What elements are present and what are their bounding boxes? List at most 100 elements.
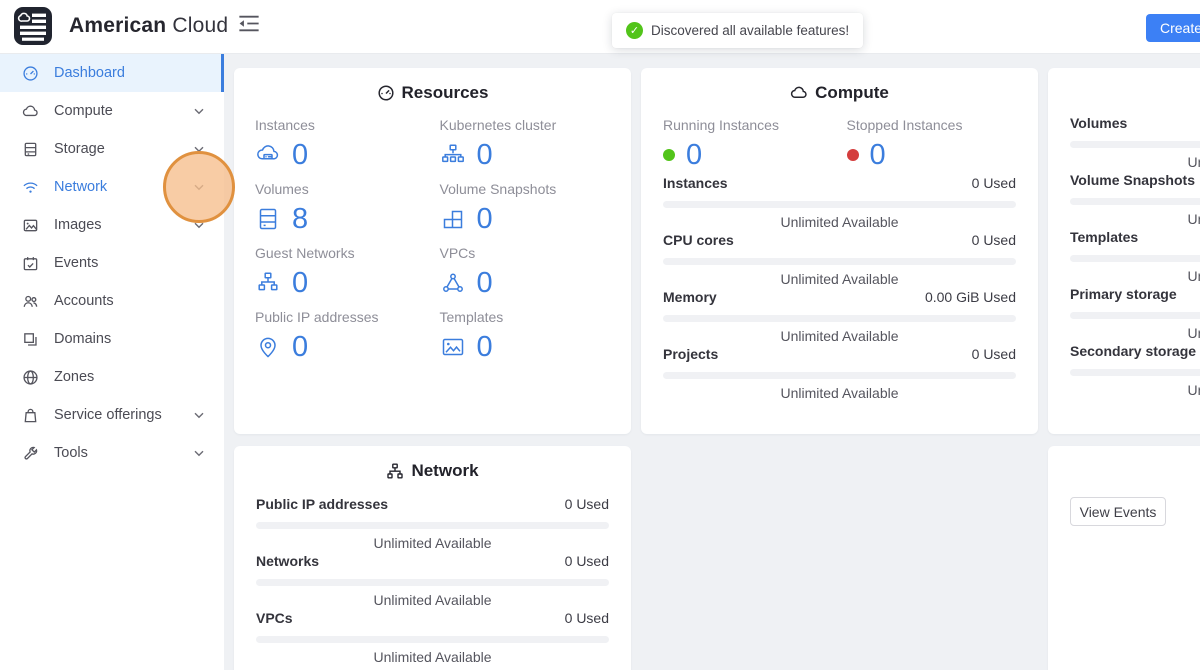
notification-toast: ✓ Discovered all available features!: [612, 13, 863, 48]
resource-label: Templates: [440, 309, 611, 326]
resource-vpcs[interactable]: VPCs 0: [440, 245, 611, 309]
success-check-icon: ✓: [626, 22, 643, 39]
toast-message: Discovered all available features!: [651, 23, 849, 38]
compute-card: Compute Running Instances 0 Stopped Inst…: [641, 68, 1038, 434]
domains-icon: [22, 331, 39, 348]
usage-used: 0 Used: [972, 231, 1016, 250]
resource-label: VPCs: [440, 245, 611, 262]
resource-public-ip-addresses[interactable]: Public IP addresses 0: [255, 309, 426, 373]
resource-value: 0: [292, 268, 308, 298]
usage-row: Primary storage Unlimited Available: [1070, 285, 1200, 342]
network-card-title-text: Network: [411, 461, 478, 481]
resources-card-title-text: Resources: [402, 83, 489, 103]
sidebar-item-service-offerings[interactable]: Service offerings: [0, 396, 224, 434]
usage-used: 0.00 GiB Used: [925, 288, 1016, 307]
resource-kubernetes-cluster[interactable]: Kubernetes cluster 0: [440, 117, 611, 181]
storage-card: Volumes Unlimited Available Volume Snaps…: [1048, 68, 1200, 434]
usage-row: Memory0.00 GiB Used Unlimited Available: [663, 288, 1016, 345]
usage-progress-bar: [663, 258, 1016, 265]
resource-volume-snapshots[interactable]: Volume Snapshots 0: [440, 181, 611, 245]
usage-available: Unlimited Available: [1070, 268, 1200, 285]
usage-label: Primary storage: [1070, 285, 1177, 304]
events-card: View Events: [1048, 446, 1200, 670]
usage-available: Unlimited Available: [1070, 325, 1200, 342]
chevron-down-icon: [194, 146, 204, 153]
usage-row: Volume Snapshots Unlimited Available: [1070, 171, 1200, 228]
summary-label: Running Instances: [663, 117, 833, 134]
usage-available: Unlimited Available: [1070, 154, 1200, 171]
resource-label: Guest Networks: [255, 245, 426, 262]
sidebar-item-label: Events: [54, 255, 98, 271]
sidebar-item-label: Tools: [54, 445, 88, 461]
picture-icon: [22, 217, 39, 234]
brand-logo[interactable]: American Cloud: [13, 6, 228, 46]
database-icon: [255, 206, 281, 232]
usage-label: VPCs: [256, 609, 293, 628]
globe-icon: [22, 369, 39, 386]
usage-progress-bar: [256, 522, 609, 529]
calendar-check-icon: [22, 255, 39, 272]
sidebar-item-label: Network: [54, 179, 107, 195]
sidebar-item-accounts[interactable]: Accounts: [0, 282, 224, 320]
compute-card-title: Compute: [663, 81, 1016, 105]
resource-value: 0: [477, 332, 493, 362]
menu-fold-icon[interactable]: [238, 15, 260, 33]
pin-icon: [255, 334, 281, 360]
resource-value: 8: [292, 204, 308, 234]
sidebar-nav: Dashboard Compute Storage Network Images: [0, 54, 224, 670]
sidebar-item-zones[interactable]: Zones: [0, 358, 224, 396]
stopped-status-dot: [847, 149, 859, 161]
usage-available: Unlimited Available: [256, 535, 609, 552]
usage-row: CPU cores0 Used Unlimited Available: [663, 231, 1016, 288]
sidebar-item-compute[interactable]: Compute: [0, 92, 224, 130]
summary-label: Stopped Instances: [847, 117, 1017, 134]
usage-progress-bar: [663, 315, 1016, 322]
usage-available: Unlimited Available: [663, 385, 1016, 402]
cloud-icon: [22, 103, 39, 120]
usage-row: Secondary storage Unlimited Available: [1070, 342, 1200, 399]
wifi-icon: [22, 179, 39, 196]
sidebar-item-events[interactable]: Events: [0, 244, 224, 282]
sidebar-item-images[interactable]: Images: [0, 206, 224, 244]
usage-row: Public IP addresses0 Used Unlimited Avai…: [256, 495, 609, 552]
chevron-down-icon: [194, 450, 204, 457]
resource-label: Volume Snapshots: [440, 181, 611, 198]
create-button[interactable]: Create: [1146, 14, 1200, 42]
resource-label: Instances: [255, 117, 426, 134]
usage-label: Secondary storage: [1070, 342, 1196, 361]
chevron-down-icon: [194, 222, 204, 229]
network-card-title: Network: [256, 459, 609, 483]
resources-card-title: Resources: [255, 81, 610, 105]
chevron-down-icon: [194, 412, 204, 419]
usage-progress-bar: [256, 636, 609, 643]
compute-summary: Running Instances 0 Stopped Instances 0: [663, 117, 1016, 170]
resource-value: 0: [477, 268, 493, 298]
resource-instances[interactable]: Instances 0: [255, 117, 426, 181]
shopping-bag-icon: [22, 407, 39, 424]
usage-used: 0 Used: [565, 552, 609, 571]
dashboard-content: Resources Instances 0 Kubernetes cluster: [224, 54, 1200, 670]
sidebar-item-dashboard[interactable]: Dashboard: [0, 54, 224, 92]
picture-icon: [440, 334, 466, 360]
resource-value: 0: [477, 204, 493, 234]
resource-volumes[interactable]: Volumes 8: [255, 181, 426, 245]
summary-value: 0: [870, 140, 886, 170]
usage-progress-bar: [1070, 198, 1200, 205]
usage-progress-bar: [256, 579, 609, 586]
sidebar-item-label: Images: [54, 217, 102, 233]
resource-templates[interactable]: Templates 0: [440, 309, 611, 373]
usage-row: Volumes Unlimited Available: [1070, 114, 1200, 171]
resource-guest-networks[interactable]: Guest Networks 0: [255, 245, 426, 309]
server-icon: [22, 141, 39, 158]
sidebar-item-tools[interactable]: Tools: [0, 434, 224, 472]
brand-name-light: Cloud: [172, 14, 228, 37]
sidebar-item-network[interactable]: Network: [0, 168, 224, 206]
usage-progress-bar: [1070, 255, 1200, 262]
usage-label: Templates: [1070, 228, 1138, 247]
usage-available: Unlimited Available: [1070, 382, 1200, 399]
sidebar-item-domains[interactable]: Domains: [0, 320, 224, 358]
view-events-button[interactable]: View Events: [1070, 497, 1166, 526]
build-icon: [440, 206, 466, 232]
apartment-icon: [255, 270, 281, 296]
sidebar-item-storage[interactable]: Storage: [0, 130, 224, 168]
